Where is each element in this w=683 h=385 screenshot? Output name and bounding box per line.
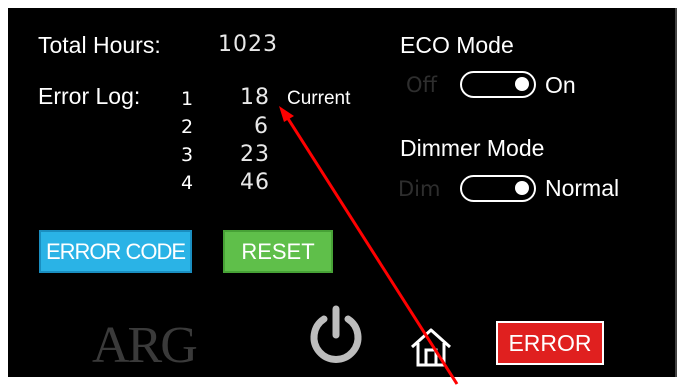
- annotation-arrow-icon: [279, 106, 459, 385]
